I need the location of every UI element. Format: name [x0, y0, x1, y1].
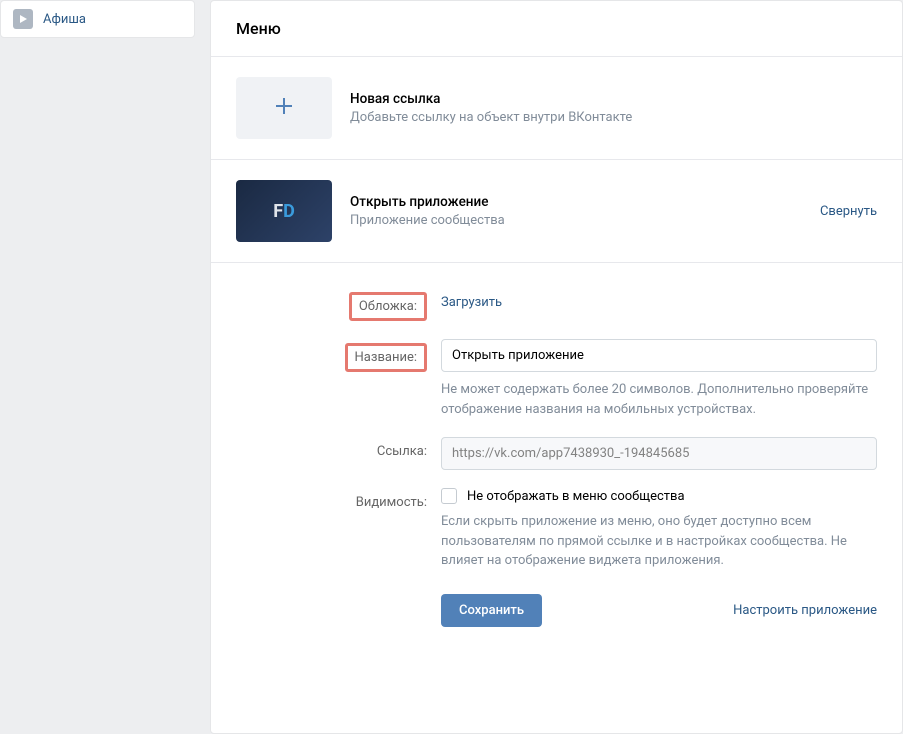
visibility-help: Если скрыть приложение из меню, оно буде…: [441, 512, 877, 571]
collapse-link[interactable]: Свернуть: [820, 204, 877, 219]
sidebar: Афиша: [0, 0, 195, 38]
logo-letter-f: F: [273, 201, 283, 222]
visibility-row: Видимость: Не отображать в меню сообщест…: [236, 488, 877, 571]
actions-spacer: [236, 589, 441, 627]
visibility-control: Не отображать в меню сообщества Если скр…: [441, 488, 877, 571]
name-label: Название:: [345, 343, 428, 372]
page-title: Меню: [236, 19, 877, 38]
app-item-body: Открыть приложение Приложение сообщества: [350, 194, 820, 228]
link-label-cell: Ссылка:: [236, 437, 441, 470]
name-row: Название: Не может содержать более 20 си…: [236, 339, 877, 419]
app-thumbnail: FD: [236, 180, 332, 242]
visibility-checkbox-label[interactable]: Не отображать в меню сообщества: [467, 489, 685, 504]
add-thumbnail: [236, 77, 332, 139]
name-control: Не может содержать более 20 символов. До…: [441, 339, 877, 419]
visibility-checkbox[interactable]: [441, 488, 457, 504]
header: Меню: [211, 1, 902, 57]
save-button[interactable]: Сохранить: [441, 594, 542, 627]
new-link-subtitle: Добавьте ссылку на объект внутри ВКонтак…: [350, 110, 877, 125]
actions-row: Сохранить Настроить приложение: [236, 589, 877, 627]
visibility-checkbox-row[interactable]: Не отображать в меню сообщества: [441, 488, 877, 504]
play-icon: [13, 9, 33, 29]
actions-control: Сохранить Настроить приложение: [441, 594, 877, 627]
sidebar-item-afisha[interactable]: Афиша: [1, 1, 194, 37]
visibility-label: Видимость:: [356, 495, 427, 510]
upload-link[interactable]: Загрузить: [441, 288, 502, 310]
main-panel: Меню Новая ссылка Добавьте ссылку на объ…: [210, 0, 903, 734]
cover-label-cell: Обложка:: [236, 288, 441, 321]
plus-icon: [273, 95, 295, 121]
edit-form: Обложка: Загрузить Название: Не может со…: [211, 263, 902, 670]
app-item-section: FD Открыть приложение Приложение сообщес…: [211, 160, 902, 263]
link-label: Ссылка:: [377, 444, 427, 459]
link-control: [441, 437, 877, 470]
cover-label: Обложка:: [349, 292, 427, 321]
cover-row: Обложка: Загрузить: [236, 288, 877, 321]
configure-app-link[interactable]: Настроить приложение: [733, 603, 877, 618]
cover-control: Загрузить: [441, 288, 877, 321]
visibility-label-cell: Видимость:: [236, 488, 441, 571]
name-label-cell: Название:: [236, 339, 441, 419]
link-row: Ссылка:: [236, 437, 877, 470]
new-link-title: Новая ссылка: [350, 91, 877, 107]
new-link-section[interactable]: Новая ссылка Добавьте ссылку на объект в…: [211, 57, 902, 160]
logo-letter-d: D: [283, 201, 295, 222]
link-input: [441, 437, 877, 470]
new-link-body: Новая ссылка Добавьте ссылку на объект в…: [350, 91, 877, 125]
sidebar-item-label: Афиша: [43, 12, 86, 27]
name-help: Не может содержать более 20 символов. До…: [441, 380, 877, 419]
name-input[interactable]: [441, 339, 877, 372]
app-item-title: Открыть приложение: [350, 194, 820, 210]
app-item-subtitle: Приложение сообщества: [350, 213, 820, 228]
